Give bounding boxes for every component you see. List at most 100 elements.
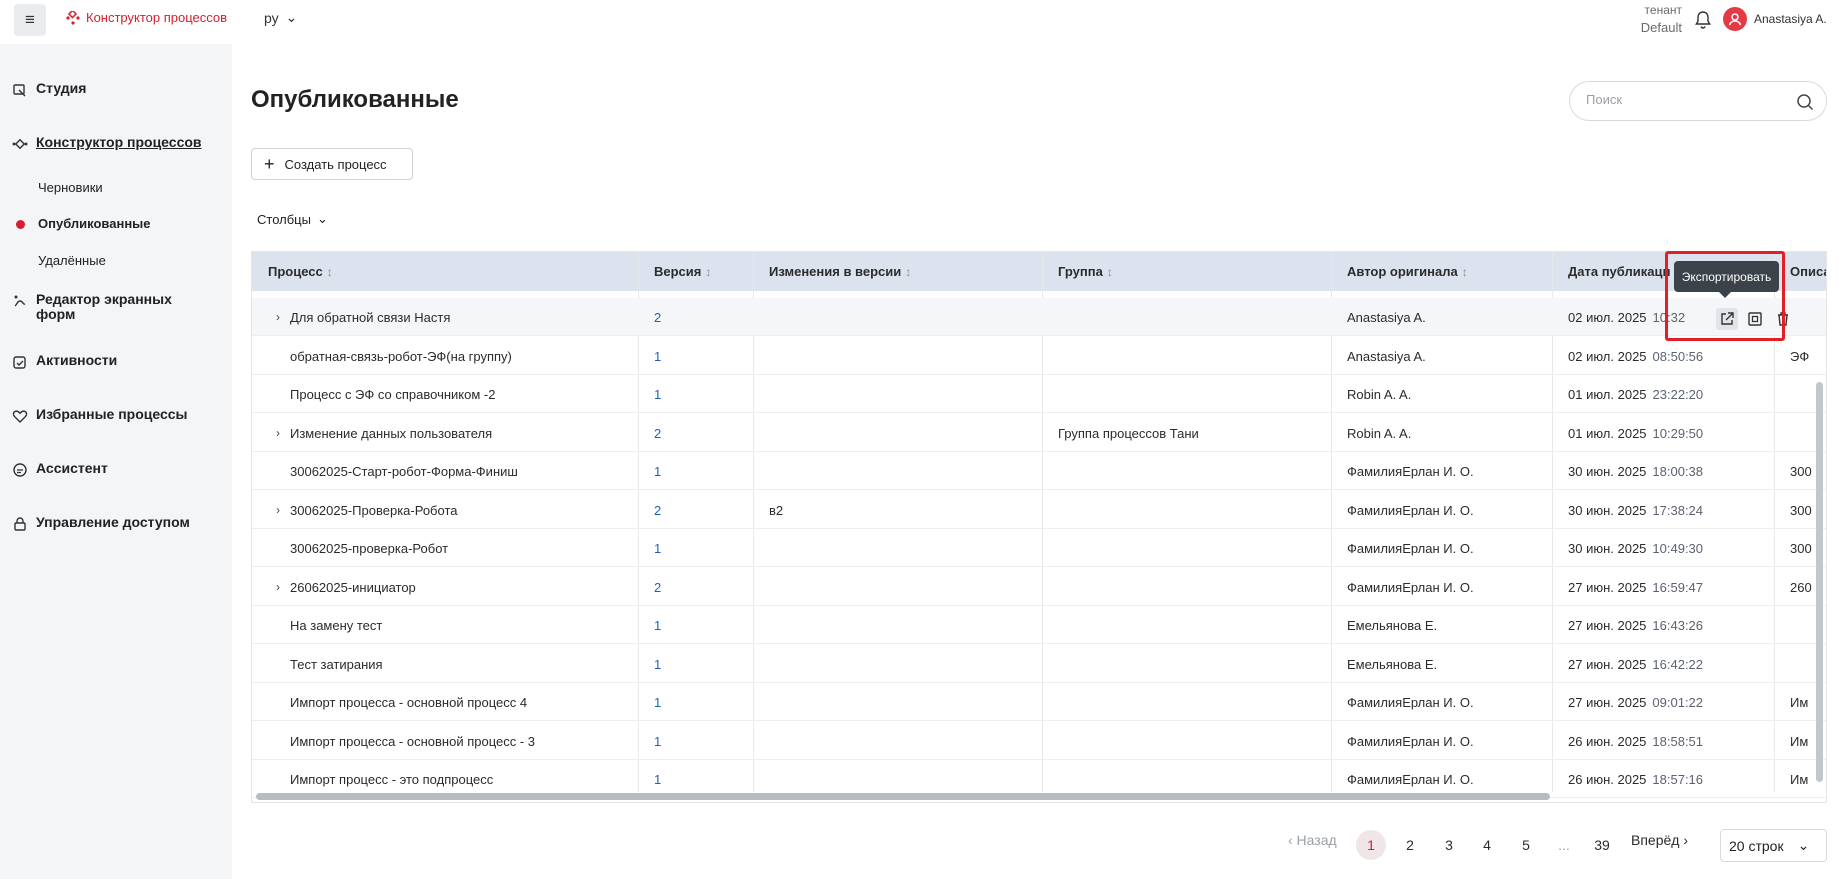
cell-group: Группа процессов Тани bbox=[1058, 425, 1199, 441]
cell-process[interactable]: Процесс с ЭФ со справочником -2 bbox=[290, 387, 495, 402]
table-row[interactable]: обратная-связь-робот-ЭФ(на группу) 1 Anast… bbox=[252, 337, 1826, 375]
table-row[interactable]: › Для обратной связи Настя 2 Anastasiya A. 0… bbox=[252, 298, 1826, 336]
cell-version-link[interactable]: 1 bbox=[654, 349, 661, 364]
page-3[interactable]: 3 bbox=[1434, 830, 1464, 860]
column-header-author[interactable]: Автор оригинала ↕ bbox=[1347, 264, 1468, 279]
expand-chevron-icon[interactable]: › bbox=[276, 310, 280, 324]
column-header-process[interactable]: Процесс ↕ bbox=[268, 264, 333, 279]
cell-process[interactable]: 30062025-Старт-робот-Форма-Финиш bbox=[290, 464, 518, 479]
columns-dropdown[interactable]: Столбцы ⌄ bbox=[257, 211, 328, 227]
column-header-publish-date[interactable]: Дата публикаци bbox=[1568, 264, 1670, 279]
column-header-changes[interactable]: Изменения в версии ↕ bbox=[769, 264, 911, 279]
cell-publish-time: 08:50:56 bbox=[1652, 348, 1704, 364]
sidebar-item-activities[interactable]: Активности bbox=[12, 353, 117, 370]
cell-publish-date: 27 июн. 2025 16:43:26 bbox=[1568, 618, 1704, 633]
expand-chevron-icon[interactable]: › bbox=[276, 426, 280, 440]
cell-version-link[interactable]: 2 bbox=[654, 310, 661, 325]
cell-process[interactable]: Импорт процесс - это подпроцесс bbox=[290, 772, 493, 787]
vertical-scrollbar[interactable] bbox=[1816, 382, 1823, 782]
avatar[interactable] bbox=[1723, 7, 1747, 31]
page-2[interactable]: 2 bbox=[1395, 830, 1425, 860]
cell-publish-time: 18:57:16 bbox=[1652, 772, 1704, 787]
sidebar-subitem-published[interactable]: Опубликованные bbox=[38, 216, 151, 231]
cell-version-link[interactable]: 1 bbox=[654, 734, 661, 749]
cell-version-link[interactable]: 1 bbox=[654, 772, 661, 787]
cell-version-link[interactable]: 1 bbox=[654, 618, 661, 633]
sort-icon[interactable]: ↕ bbox=[705, 265, 711, 279]
tenant-selector[interactable]: тенант Default bbox=[1630, 1, 1682, 37]
sidebar-subitem-drafts[interactable]: Черновики bbox=[38, 180, 103, 195]
sort-icon[interactable]: ↕ bbox=[327, 265, 333, 279]
create-process-button[interactable]: + Создать процесс bbox=[251, 148, 413, 180]
table-row[interactable]: Тест затирания 1 Емельянова Е. 27 июн. 2025… bbox=[252, 645, 1826, 683]
search-icon[interactable] bbox=[1796, 93, 1814, 111]
cell-version-link[interactable]: 2 bbox=[654, 580, 661, 595]
table-row[interactable]: 30062025-проверка-Робот 1 ФамилияЕрлан И. … bbox=[252, 529, 1826, 567]
cell-process[interactable]: Тест затирания bbox=[290, 657, 383, 672]
language-selector[interactable]: ру ⌄ bbox=[264, 9, 297, 26]
cell-version-link[interactable]: 1 bbox=[654, 387, 661, 402]
sidebar-item-label: Активности bbox=[36, 352, 118, 368]
expand-chevron-icon[interactable]: › bbox=[276, 503, 280, 517]
sort-icon[interactable]: ↕ bbox=[905, 265, 911, 279]
page-1[interactable]: 1 bbox=[1356, 830, 1386, 860]
table-row[interactable]: 30062025-Старт-робот-Форма-Финиш 1 Фамилия… bbox=[252, 452, 1826, 490]
sidebar-item-access-control[interactable]: Управление доступом bbox=[12, 515, 190, 532]
sidebar-item-favorites[interactable]: Избранные процессы bbox=[12, 407, 188, 424]
table-row[interactable]: › Изменение данных пользователя 2 Группа пр… bbox=[252, 414, 1826, 452]
sidebar-item-assistant[interactable]: Ассистент bbox=[12, 461, 108, 478]
app-logo[interactable]: Конструктор процессов bbox=[66, 10, 227, 25]
sidebar-item-studio[interactable]: Студия bbox=[12, 81, 86, 98]
pagination-next[interactable]: Вперёд › bbox=[1631, 832, 1688, 848]
page-4[interactable]: 4 bbox=[1472, 830, 1502, 860]
table-row[interactable]: Импорт процесса - основной процесс - 3 1 Ф… bbox=[252, 722, 1826, 760]
cell-process[interactable]: 30062025-проверка-Робот bbox=[290, 541, 448, 556]
search-input[interactable] bbox=[1586, 92, 1786, 107]
tenant-label: тенант bbox=[1644, 3, 1682, 17]
sidebar-item-process-constructor[interactable]: Конструктор процессов bbox=[12, 135, 202, 152]
cell-publish-date: 30 июн. 2025 18:00:38 bbox=[1568, 464, 1704, 479]
sort-icon[interactable]: ↕ bbox=[1462, 265, 1468, 279]
cell-version-link[interactable]: 2 bbox=[654, 426, 661, 441]
bell-icon[interactable] bbox=[1693, 10, 1713, 30]
cell-process[interactable]: Изменение данных пользователя bbox=[290, 426, 492, 441]
cell-process[interactable]: 26062025-инициатор bbox=[290, 580, 416, 595]
cell-process[interactable]: Для обратной связи Настя bbox=[290, 310, 450, 325]
cell-publish-date: 27 июн. 2025 09:01:22 bbox=[1568, 695, 1704, 710]
export-button[interactable] bbox=[1716, 308, 1738, 330]
column-header-version[interactable]: Версия ↕ bbox=[654, 264, 711, 279]
hamburger-menu-button[interactable]: ≡ bbox=[14, 4, 46, 36]
cell-process[interactable]: обратная-связь-робот-ЭФ(на группу) bbox=[290, 349, 512, 364]
table-row[interactable]: › 30062025-Проверка-Робота 2 в2 ФамилияЕрлан… bbox=[252, 491, 1826, 529]
horizontal-scrollbar[interactable] bbox=[256, 793, 1550, 800]
page-39[interactable]: 39 bbox=[1587, 830, 1617, 860]
cell-version-link[interactable]: 2 bbox=[654, 503, 661, 518]
search-box[interactable] bbox=[1569, 81, 1827, 121]
table-row[interactable]: Импорт процесса - основной процесс 4 1 Фам… bbox=[252, 683, 1826, 721]
expand-chevron-icon[interactable]: › bbox=[276, 580, 280, 594]
cell-publish-date: 02 июл. 2025 10:32 bbox=[1568, 310, 1686, 325]
cell-version-link[interactable]: 1 bbox=[654, 541, 661, 556]
cell-version-link[interactable]: 1 bbox=[654, 695, 661, 710]
table-row[interactable]: › 26062025-инициатор 2 ФамилияЕрлан И. О. 27… bbox=[252, 568, 1826, 606]
cell-process[interactable]: Импорт процесса - основной процесс - 3 bbox=[290, 734, 535, 749]
preview-button[interactable] bbox=[1744, 308, 1766, 330]
cell-version-link[interactable]: 1 bbox=[654, 464, 661, 479]
column-header-description[interactable]: Описа bbox=[1790, 264, 1826, 279]
table-row[interactable]: Процесс с ЭФ со справочником -2 1 Robin A.… bbox=[252, 375, 1826, 413]
sidebar-subitem-deleted[interactable]: Удалённые bbox=[38, 253, 106, 268]
cell-process[interactable]: Импорт процесса - основной процесс 4 bbox=[290, 695, 527, 710]
rows-per-page-select[interactable]: 20 строк ⌄ bbox=[1720, 829, 1827, 862]
cell-process[interactable]: На замену тест bbox=[290, 618, 382, 633]
sort-icon[interactable]: ↕ bbox=[1107, 265, 1113, 279]
table-row[interactable]: На замену тест 1 Емельянова Е. 27 июн. 2025… bbox=[252, 606, 1826, 644]
pagination-prev[interactable]: ‹ Назад bbox=[1288, 832, 1337, 848]
page-5[interactable]: 5 bbox=[1511, 830, 1541, 860]
cell-publish-time: 16:42:22 bbox=[1652, 656, 1704, 672]
user-name[interactable]: Anastasiya A. bbox=[1754, 12, 1827, 26]
cell-version-link[interactable]: 1 bbox=[654, 657, 661, 672]
delete-button[interactable] bbox=[1772, 308, 1794, 330]
sidebar-item-form-editor[interactable]: Редактор экранных форм bbox=[12, 292, 212, 322]
cell-process[interactable]: 30062025-Проверка-Робота bbox=[290, 503, 457, 518]
column-header-group[interactable]: Группа ↕ bbox=[1058, 264, 1113, 279]
